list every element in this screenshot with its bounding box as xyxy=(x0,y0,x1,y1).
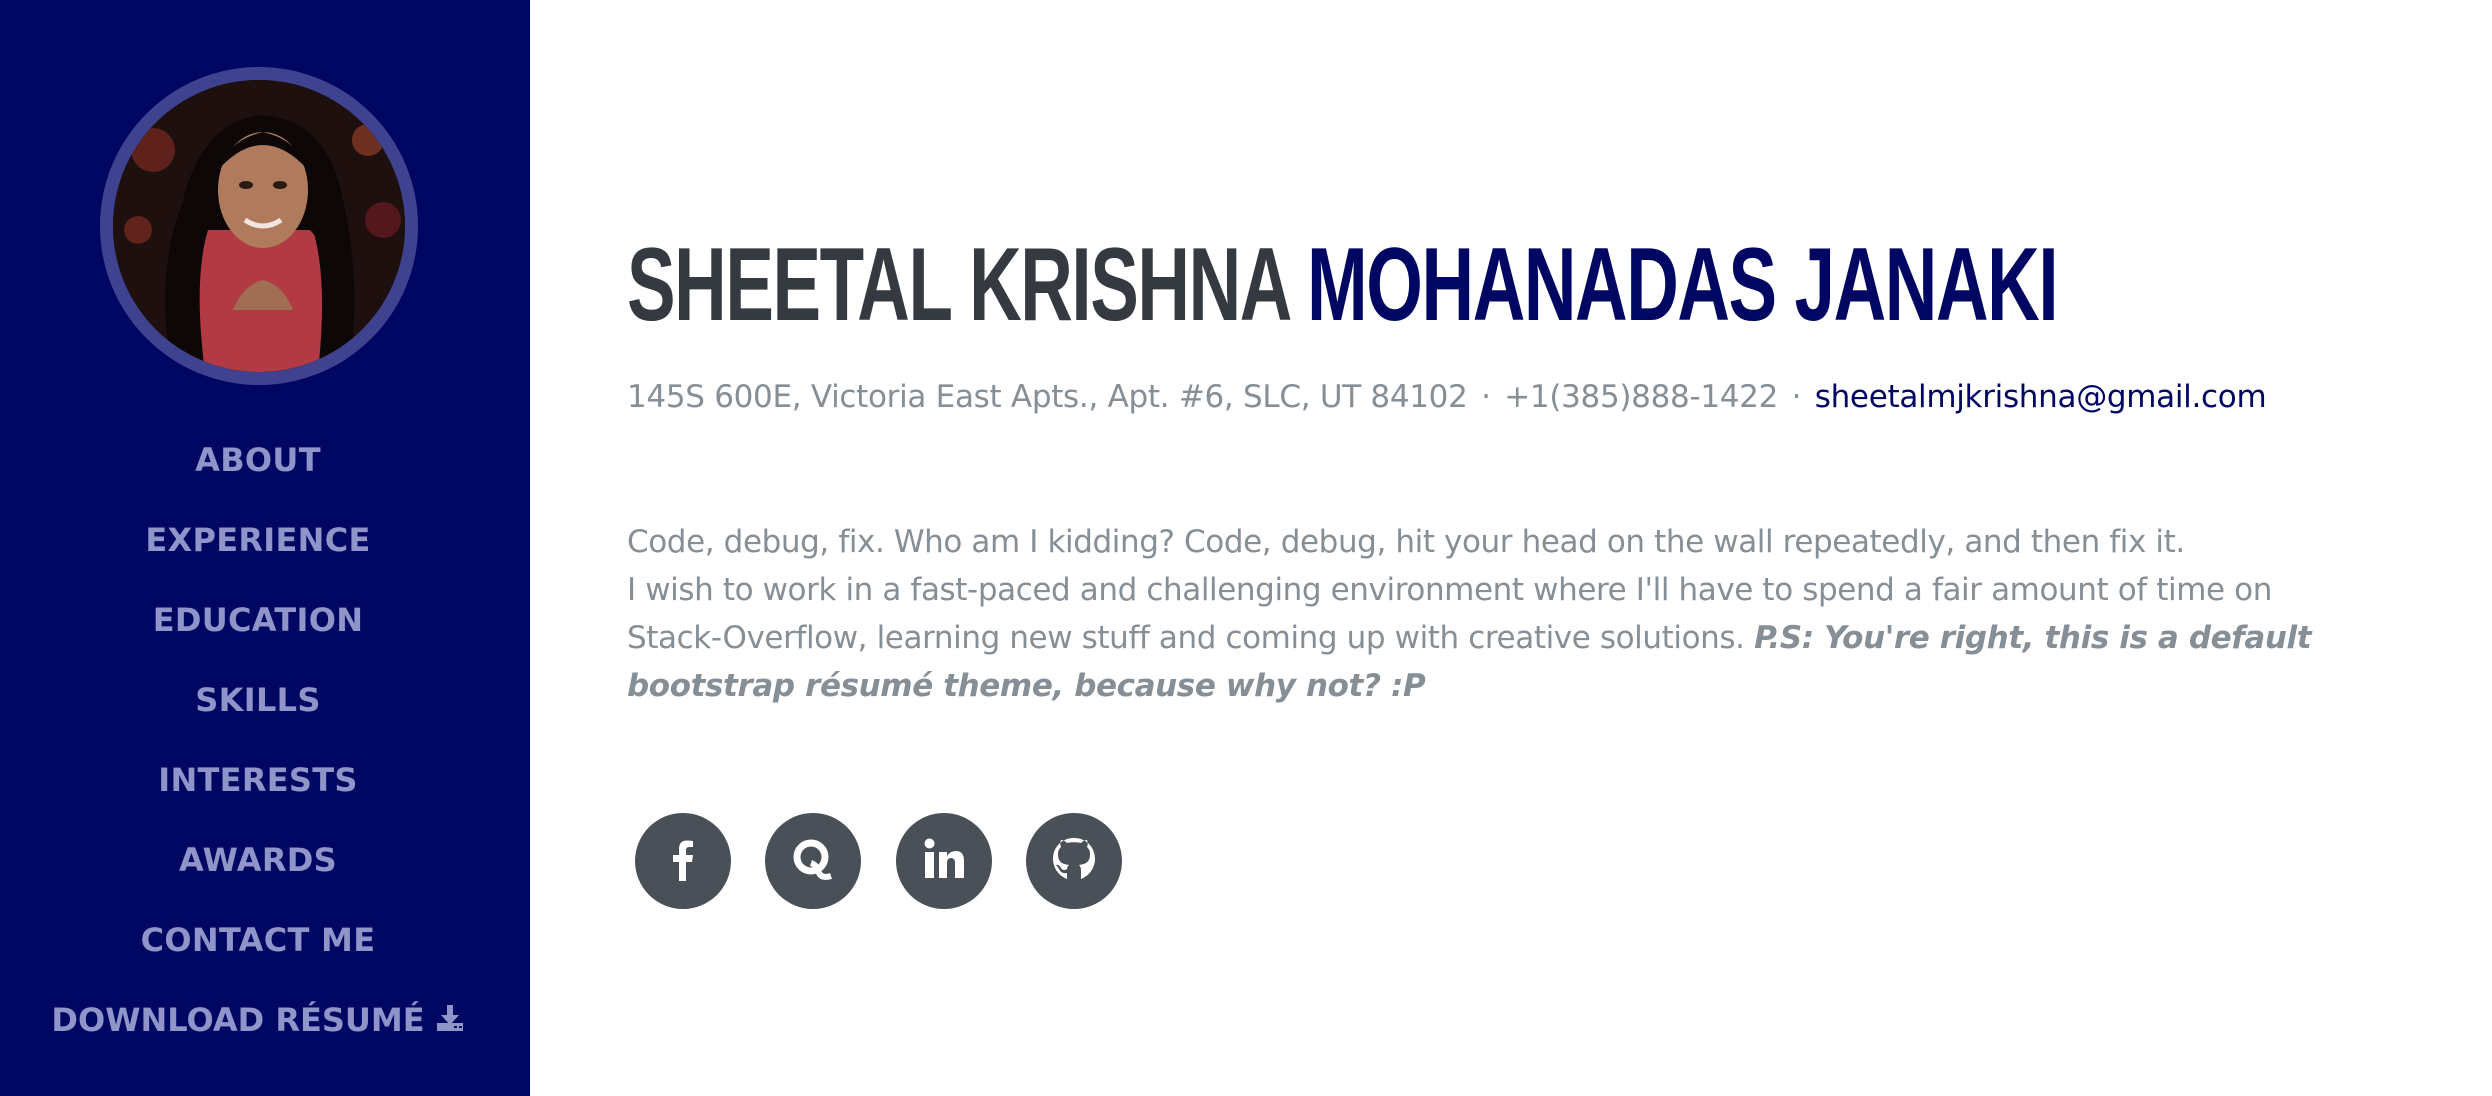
download-resume-label: DOWNLOAD RÉSUMÉ xyxy=(51,1001,425,1039)
separator: · xyxy=(1481,379,1491,415)
github-icon xyxy=(1049,834,1099,888)
facebook-icon xyxy=(661,837,705,885)
first-name: SHEETAL KRISHNA xyxy=(627,227,1290,343)
quora-button[interactable] xyxy=(765,813,861,909)
phone: +1(385)888-1422 xyxy=(1504,379,1779,415)
address: 145S 600E, Victoria East Apts., Apt. #6,… xyxy=(627,379,1468,415)
bio: Code, debug, fix. Who am I kidding? Code… xyxy=(627,518,2372,710)
facebook-button[interactable] xyxy=(635,813,731,909)
nav-item-interests[interactable]: INTERESTS xyxy=(0,750,516,830)
email-link[interactable]: sheetalmjkrishna@gmail.com xyxy=(1815,379,2267,415)
quora-icon xyxy=(789,835,837,887)
contact-info: 145S 600E, Victoria East Apts., Apt. #6,… xyxy=(627,375,2267,419)
separator: · xyxy=(1791,379,1802,415)
nav-item-about[interactable]: ABOUT xyxy=(0,430,516,510)
download-icon xyxy=(435,992,465,1052)
last-name: MOHANADAS JANAKI xyxy=(1307,227,2059,343)
sidebar-nav: ABOUT EXPERIENCE EDUCATION SKILLS INTERE… xyxy=(0,430,516,1070)
github-button[interactable] xyxy=(1026,813,1122,909)
nav-item-awards[interactable]: AWARDS xyxy=(0,830,516,910)
sidebar: ABOUT EXPERIENCE EDUCATION SKILLS INTERE… xyxy=(0,0,530,1096)
nav-item-skills[interactable]: SKILLS xyxy=(0,670,516,750)
avatar[interactable] xyxy=(100,67,418,385)
nav-item-contact-me[interactable]: CONTACT ME xyxy=(0,910,516,990)
linkedin-button[interactable] xyxy=(896,813,992,909)
nav-item-experience[interactable]: EXPERIENCE xyxy=(0,510,516,590)
main-content: SHEETAL KRISHNA MOHANADAS JANAKI 145S 60… xyxy=(627,0,2467,1096)
linkedin-icon xyxy=(921,836,967,886)
nav-item-download-resume[interactable]: DOWNLOAD RÉSUMÉ xyxy=(0,990,516,1070)
profile-photo xyxy=(113,80,405,372)
page-title: SHEETAL KRISHNA MOHANADAS JANAKI xyxy=(627,225,2059,345)
nav-item-education[interactable]: EDUCATION xyxy=(0,590,516,670)
bio-line-1: Code, debug, fix. Who am I kidding? Code… xyxy=(627,524,2185,560)
